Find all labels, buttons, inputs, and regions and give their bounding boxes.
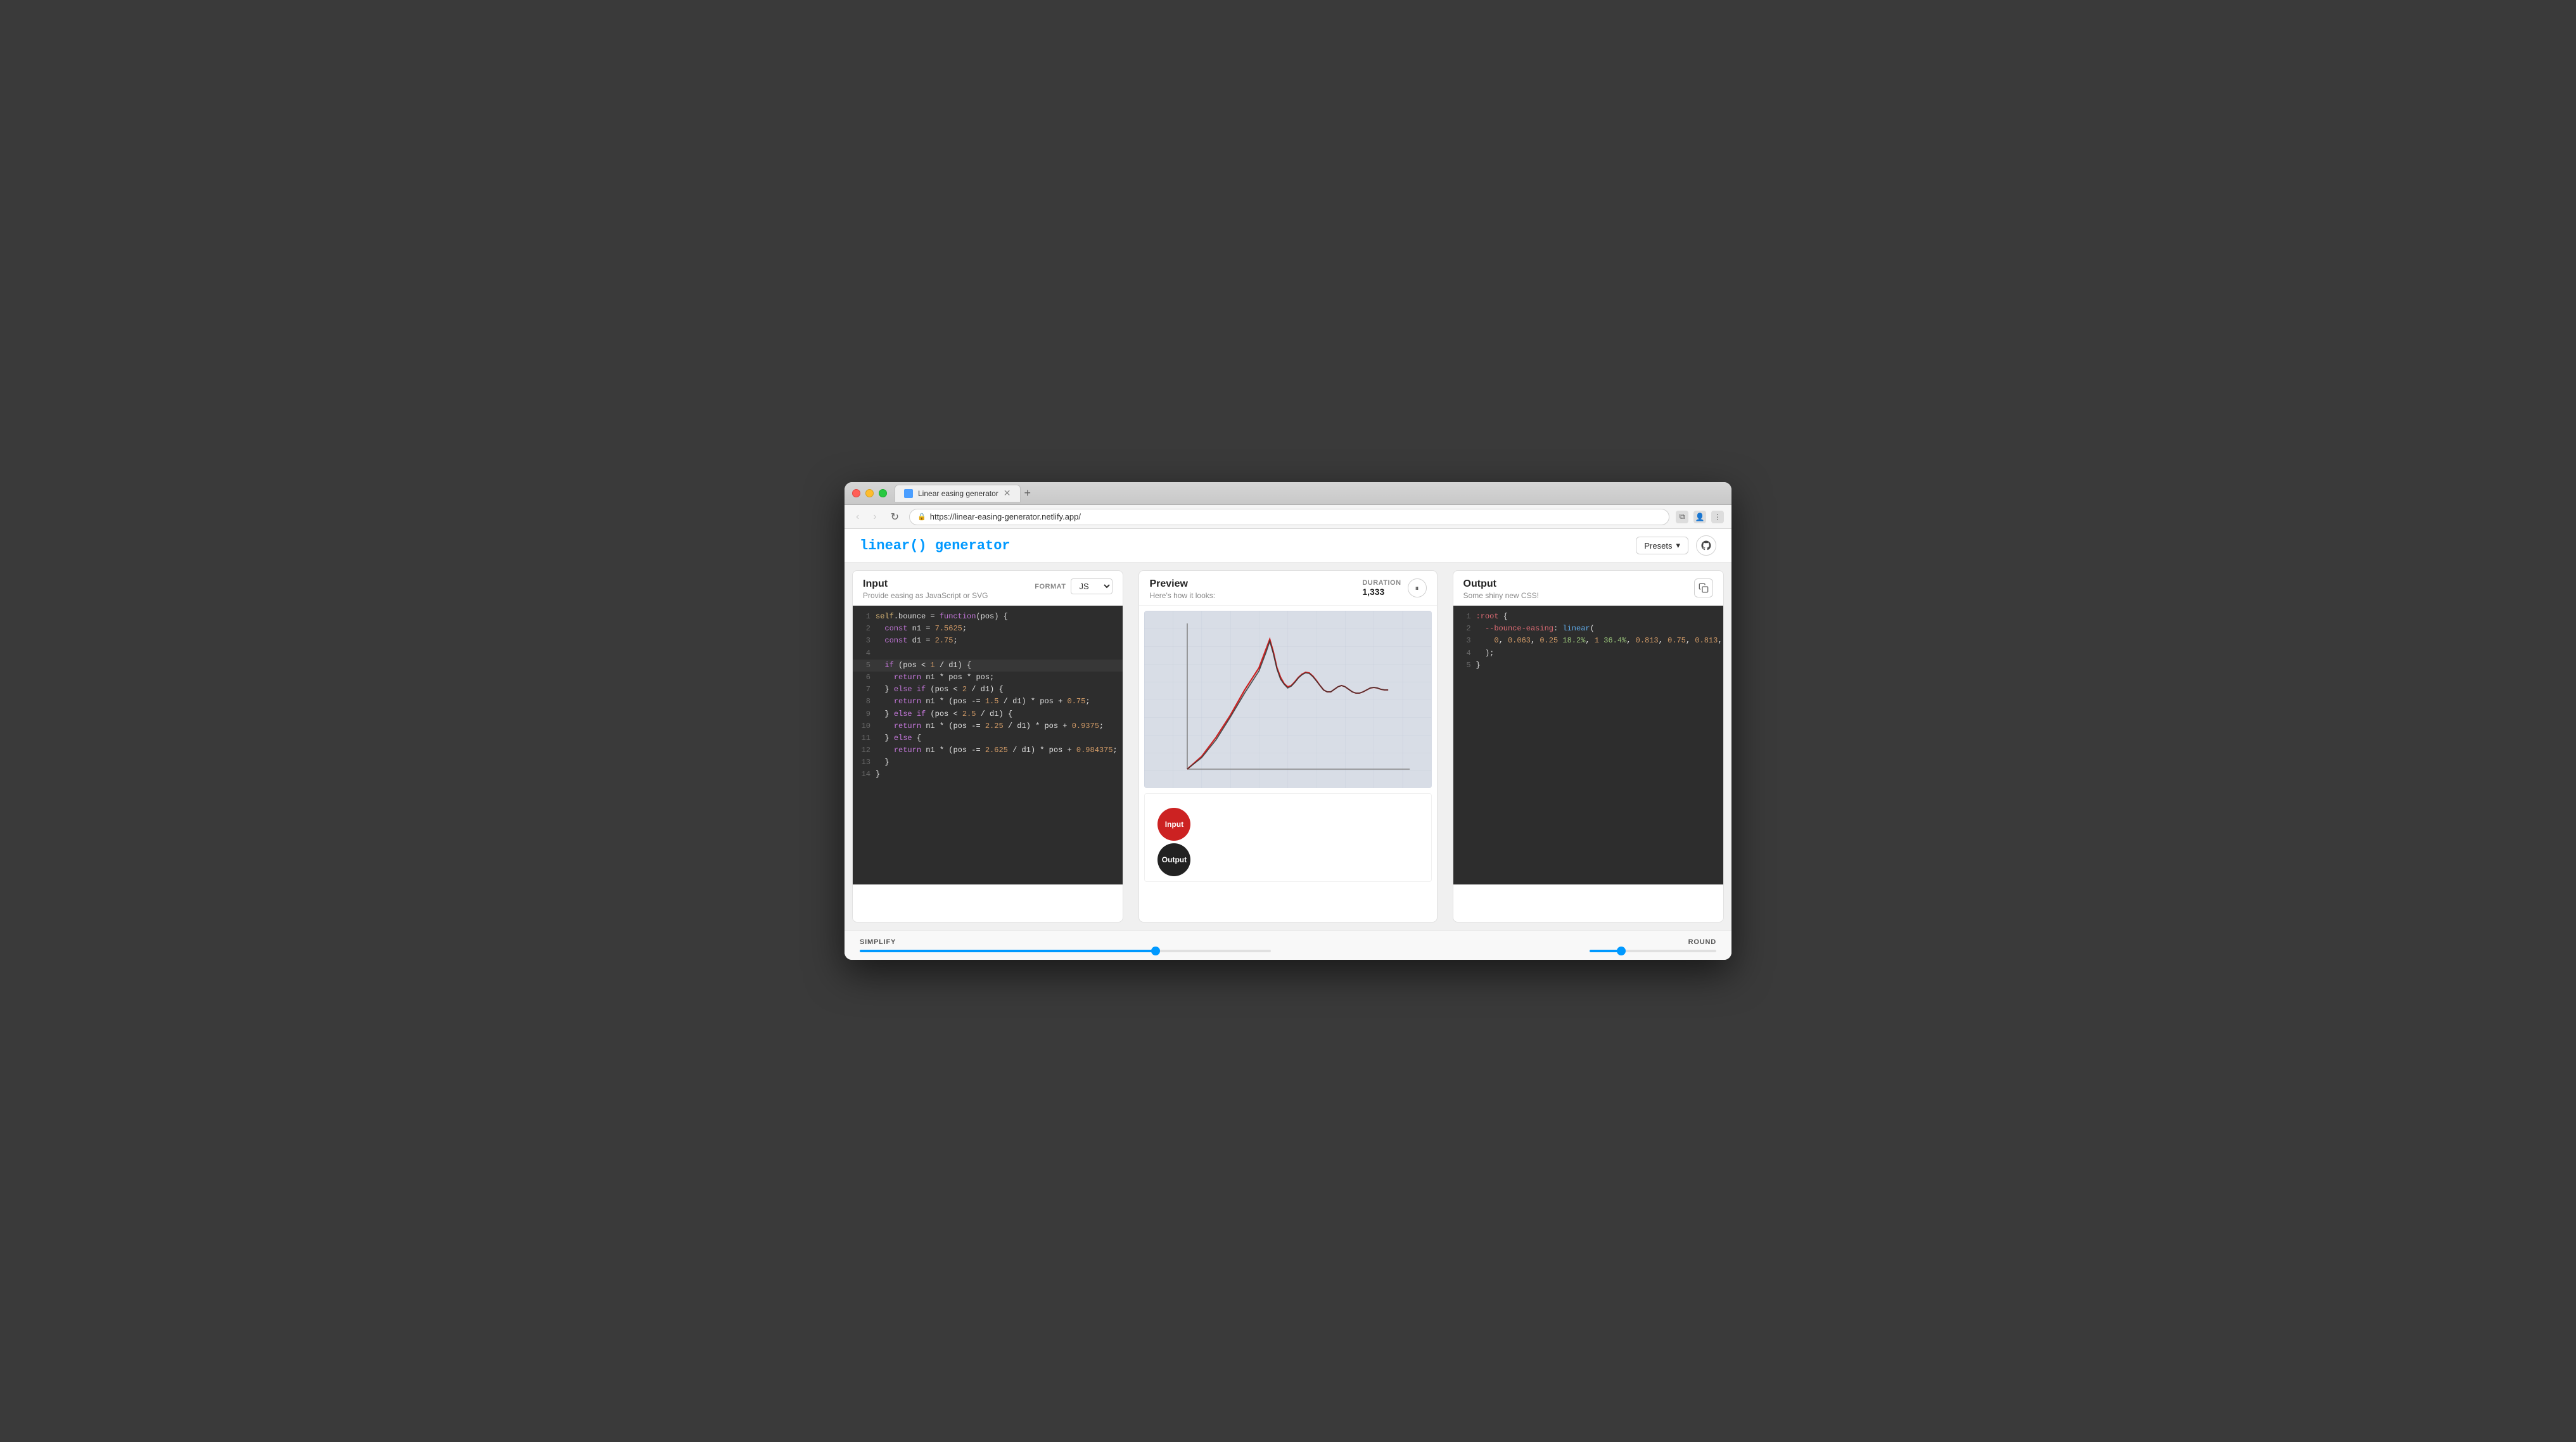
output-panel-subtitle: Some shiny new CSS! bbox=[1463, 591, 1539, 600]
tab-title: Linear easing generator bbox=[918, 489, 998, 498]
bottom-controls: SIMPLIFY ROUND bbox=[845, 930, 1731, 960]
output-panel: Output Some shiny new CSS! 1 :root { bbox=[1453, 570, 1724, 922]
github-icon bbox=[1700, 540, 1712, 551]
input-ball: Input bbox=[1157, 808, 1190, 841]
close-traffic-light[interactable] bbox=[852, 489, 860, 497]
code-line-4: 4 bbox=[853, 648, 1123, 660]
simplify-slider-fill bbox=[860, 950, 1156, 952]
output-line-3: 3 0, 0.063, 0.25 18.2%, 1 36.4%, 0.813, … bbox=[1453, 635, 1723, 647]
code-line-2: 2 const n1 = 7.5625; bbox=[853, 623, 1123, 635]
preview-panel-title: Preview bbox=[1149, 578, 1215, 590]
title-bar: Linear easing generator ✕ + bbox=[845, 482, 1731, 505]
preview-panel-subtitle: Here's how it looks: bbox=[1149, 591, 1215, 600]
app-logo: linear() generator bbox=[860, 538, 1011, 554]
duration-label: DURATION bbox=[1362, 579, 1401, 587]
traffic-lights bbox=[852, 489, 887, 497]
address-bar: ‹ › ↻ 🔒 https://linear-easing-generator.… bbox=[845, 505, 1731, 529]
code-line-8: 8 return n1 * (pos -= 1.5 / d1) * pos + … bbox=[853, 696, 1123, 708]
mac-window: Linear easing generator ✕ + ‹ › ↻ 🔒 http… bbox=[845, 482, 1731, 960]
simplify-label: SIMPLIFY bbox=[860, 938, 1271, 946]
panels: Input Provide easing as JavaScript or SV… bbox=[845, 563, 1731, 930]
code-line-1: 1 self.bounce = function(pos) { bbox=[853, 611, 1123, 623]
new-tab-button[interactable]: + bbox=[1021, 487, 1035, 500]
refresh-button[interactable]: ↻ bbox=[887, 509, 903, 525]
app-content: linear() generator Presets ▾ Inpu bbox=[845, 529, 1731, 960]
graph-area bbox=[1144, 611, 1431, 788]
input-panel-title: Input bbox=[863, 578, 988, 590]
code-line-6: 6 return n1 * pos * pos; bbox=[853, 672, 1123, 684]
presets-label: Presets bbox=[1644, 541, 1672, 551]
animation-demo: Input Output bbox=[1144, 793, 1431, 882]
easing-graph bbox=[1144, 611, 1431, 788]
duration-value: 1,333 bbox=[1362, 587, 1401, 597]
round-slider-track bbox=[1590, 950, 1716, 952]
output-code-editor: 1 :root { 2 --bounce-easing: linear( 3 0… bbox=[1453, 606, 1723, 884]
extensions-icon[interactable]: ⧉ bbox=[1676, 511, 1688, 523]
menu-icon[interactable]: ⋮ bbox=[1711, 511, 1724, 523]
duration-section: DURATION 1,333 ⏸ bbox=[1362, 578, 1426, 597]
tab-close-icon[interactable]: ✕ bbox=[1004, 488, 1011, 499]
round-slider-thumb[interactable] bbox=[1617, 947, 1626, 955]
simplify-slider-track bbox=[860, 950, 1271, 952]
input-panel: Input Provide easing as JavaScript or SV… bbox=[852, 570, 1123, 922]
input-panel-subtitle: Provide easing as JavaScript or SVG bbox=[863, 591, 988, 600]
simplify-control: SIMPLIFY bbox=[860, 938, 1271, 952]
format-select[interactable]: JS SVG bbox=[1071, 578, 1113, 594]
copy-icon bbox=[1699, 583, 1709, 593]
profile-icon[interactable]: 👤 bbox=[1693, 511, 1706, 523]
copy-button[interactable] bbox=[1694, 578, 1713, 597]
code-line-13: 13 } bbox=[853, 756, 1123, 769]
header-right: Presets ▾ bbox=[1636, 535, 1716, 556]
tab-favicon bbox=[904, 489, 913, 498]
forward-button[interactable]: › bbox=[869, 510, 880, 524]
output-ball-label: Output bbox=[1162, 855, 1187, 864]
presets-button[interactable]: Presets ▾ bbox=[1636, 537, 1688, 554]
code-line-3: 3 const d1 = 2.75; bbox=[853, 635, 1123, 647]
output-line-4: 4 ); bbox=[1453, 648, 1723, 660]
output-panel-header: Output Some shiny new CSS! bbox=[1453, 571, 1723, 606]
preview-panel-header: Preview Here's how it looks: DURATION 1,… bbox=[1139, 571, 1436, 606]
play-pause-button[interactable]: ⏸ bbox=[1408, 578, 1427, 597]
back-button[interactable]: ‹ bbox=[852, 510, 863, 524]
code-line-11: 11 } else { bbox=[853, 732, 1123, 744]
format-selector: FORMAT JS SVG bbox=[1035, 578, 1113, 594]
lock-icon: 🔒 bbox=[917, 513, 926, 521]
code-line-14: 14 } bbox=[853, 769, 1123, 781]
tab-bar: Linear easing generator ✕ + bbox=[895, 485, 1724, 502]
code-line-5: 5 if (pos < 1 / d1) { bbox=[853, 660, 1123, 672]
output-line-5: 5 } bbox=[1453, 660, 1723, 672]
app-header: linear() generator Presets ▾ bbox=[845, 529, 1731, 563]
extension-icons: ⧉ 👤 ⋮ bbox=[1676, 511, 1724, 523]
simplify-slider-thumb[interactable] bbox=[1151, 947, 1160, 955]
code-line-7: 7 } else if (pos < 2 / d1) { bbox=[853, 684, 1123, 696]
output-panel-title: Output bbox=[1463, 578, 1539, 590]
format-label: FORMAT bbox=[1035, 583, 1066, 590]
input-ball-label: Input bbox=[1165, 820, 1183, 829]
browser-tab[interactable]: Linear easing generator ✕ bbox=[895, 485, 1021, 502]
round-control: ROUND bbox=[1305, 938, 1716, 952]
code-line-9: 9 } else if (pos < 2.5 / d1) { bbox=[853, 708, 1123, 720]
output-ball: Output bbox=[1157, 843, 1190, 876]
code-editor[interactable]: 1 self.bounce = function(pos) { 2 const … bbox=[853, 606, 1123, 884]
preview-panel: Preview Here's how it looks: DURATION 1,… bbox=[1138, 570, 1437, 922]
presets-chevron-icon: ▾ bbox=[1676, 540, 1680, 551]
input-panel-header: Input Provide easing as JavaScript or SV… bbox=[853, 571, 1123, 606]
code-line-10: 10 return n1 * (pos -= 2.25 / d1) * pos … bbox=[853, 720, 1123, 732]
github-button[interactable] bbox=[1696, 535, 1716, 556]
url-text: https://linear-easing-generator.netlify.… bbox=[930, 512, 1081, 521]
play-pause-icon: ⏸ bbox=[1415, 584, 1419, 593]
round-label: ROUND bbox=[1688, 938, 1716, 946]
minimize-traffic-light[interactable] bbox=[865, 489, 874, 497]
output-line-1: 1 :root { bbox=[1453, 611, 1723, 623]
url-bar[interactable]: 🔒 https://linear-easing-generator.netlif… bbox=[909, 509, 1669, 525]
output-line-2: 2 --bounce-easing: linear( bbox=[1453, 623, 1723, 635]
maximize-traffic-light[interactable] bbox=[879, 489, 887, 497]
code-line-12: 12 return n1 * (pos -= 2.625 / d1) * pos… bbox=[853, 744, 1123, 756]
